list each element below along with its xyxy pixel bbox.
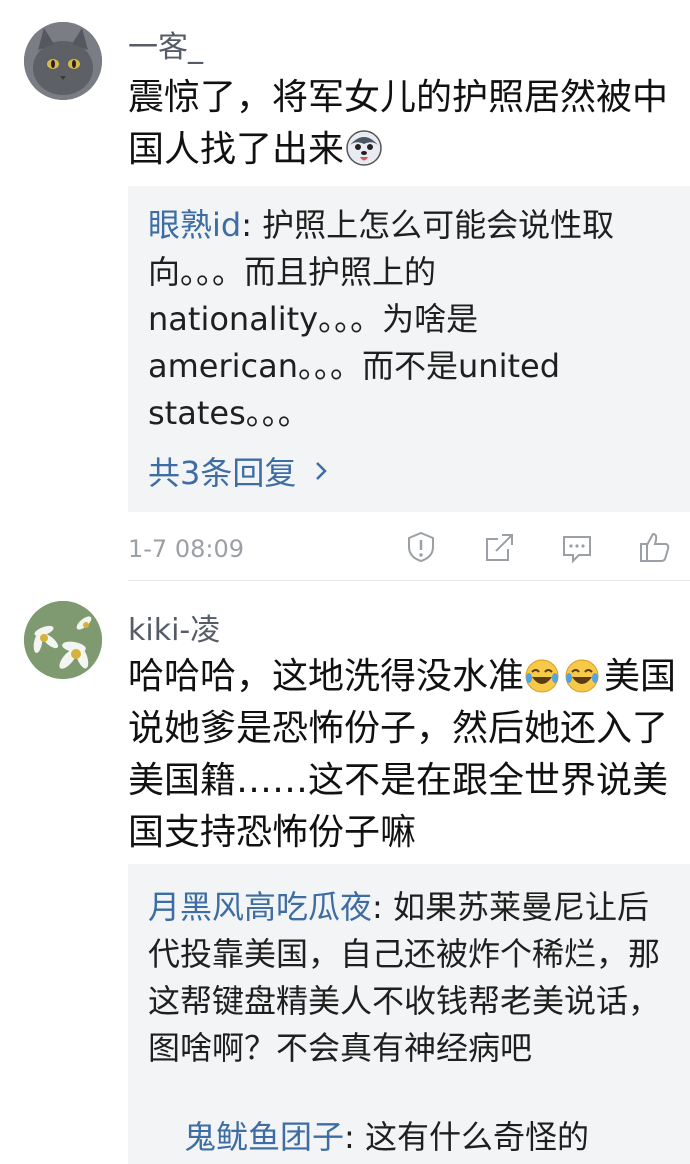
chevron-right-icon [315, 451, 327, 489]
reply-separator: : [372, 888, 393, 926]
reply-body: 这有什么奇怪的 [364, 1118, 589, 1156]
comment-icon[interactable] [560, 532, 594, 566]
reply-box[interactable]: 月黑风高吃瓜夜: 如果苏莱曼尼让后代投靠美国，自己还被炸个稀烂，那这帮键盘精美人… [128, 864, 690, 1164]
comment-body: 震惊了，将军女儿的护照居然被中国人找了出来 [128, 77, 669, 170]
reply-text-next: 鬼鱿鱼团子: 这有什么奇怪的 [184, 1114, 690, 1161]
reply-box[interactable]: 眼熟id: 护照上怎么可能会说性取向。。。而且护照上的nationality。。… [128, 186, 690, 512]
avatar[interactable] [24, 22, 102, 100]
reply-separator: : [344, 1118, 365, 1156]
like-icon[interactable] [638, 530, 672, 564]
reply-text: 眼熟id: 护照上怎么可能会说性取向。。。而且护照上的nationality。。… [148, 202, 668, 437]
reply-author[interactable]: 眼熟id [148, 206, 241, 244]
report-icon[interactable] [404, 530, 438, 564]
avatar[interactable] [24, 601, 102, 679]
husky-face-emoji [344, 127, 384, 167]
comment-body-before: 哈哈哈，这地洗得没水准 [128, 656, 525, 697]
more-replies-label: 共3条回复 [148, 454, 297, 492]
laugh-cry-emoji [524, 657, 564, 697]
share-icon[interactable] [482, 531, 516, 565]
reply-author[interactable]: 鬼鱿鱼团子 [184, 1118, 344, 1156]
comment-text: 哈哈哈，这地洗得没水准 美国说她爹是恐怖份子，然后她还入了美国籍……这不是在跟全世… [128, 651, 690, 859]
comment-item: 一客_ 震惊了，将军女儿的护照居然被中国人找了出来 眼熟id: 护照上怎么可能会… [0, 0, 690, 580]
comment-username[interactable]: kiki-凌 [128, 605, 220, 649]
comment-item: kiki-凌 哈哈哈，这地洗得没水准 美国说她爹是恐怖份子，然后她还入了美国籍……… [0, 581, 690, 1164]
comment-username[interactable]: 一客_ [128, 22, 203, 66]
comment-text: 震惊了，将军女儿的护照居然被中国人找了出来 [128, 72, 690, 176]
comment-timestamp: 1-7 08:09 [128, 535, 244, 563]
reply-author[interactable]: 月黑风高吃瓜夜 [148, 888, 372, 926]
reply-text: 月黑风高吃瓜夜: 如果苏莱曼尼让后代投靠美国，自己还被炸个稀烂，那这帮键盘精美人… [148, 884, 668, 1072]
reply-separator: : [241, 206, 263, 244]
view-more-replies-link[interactable]: 共3条回复 [148, 448, 327, 494]
laugh-cry-emoji [564, 657, 604, 697]
